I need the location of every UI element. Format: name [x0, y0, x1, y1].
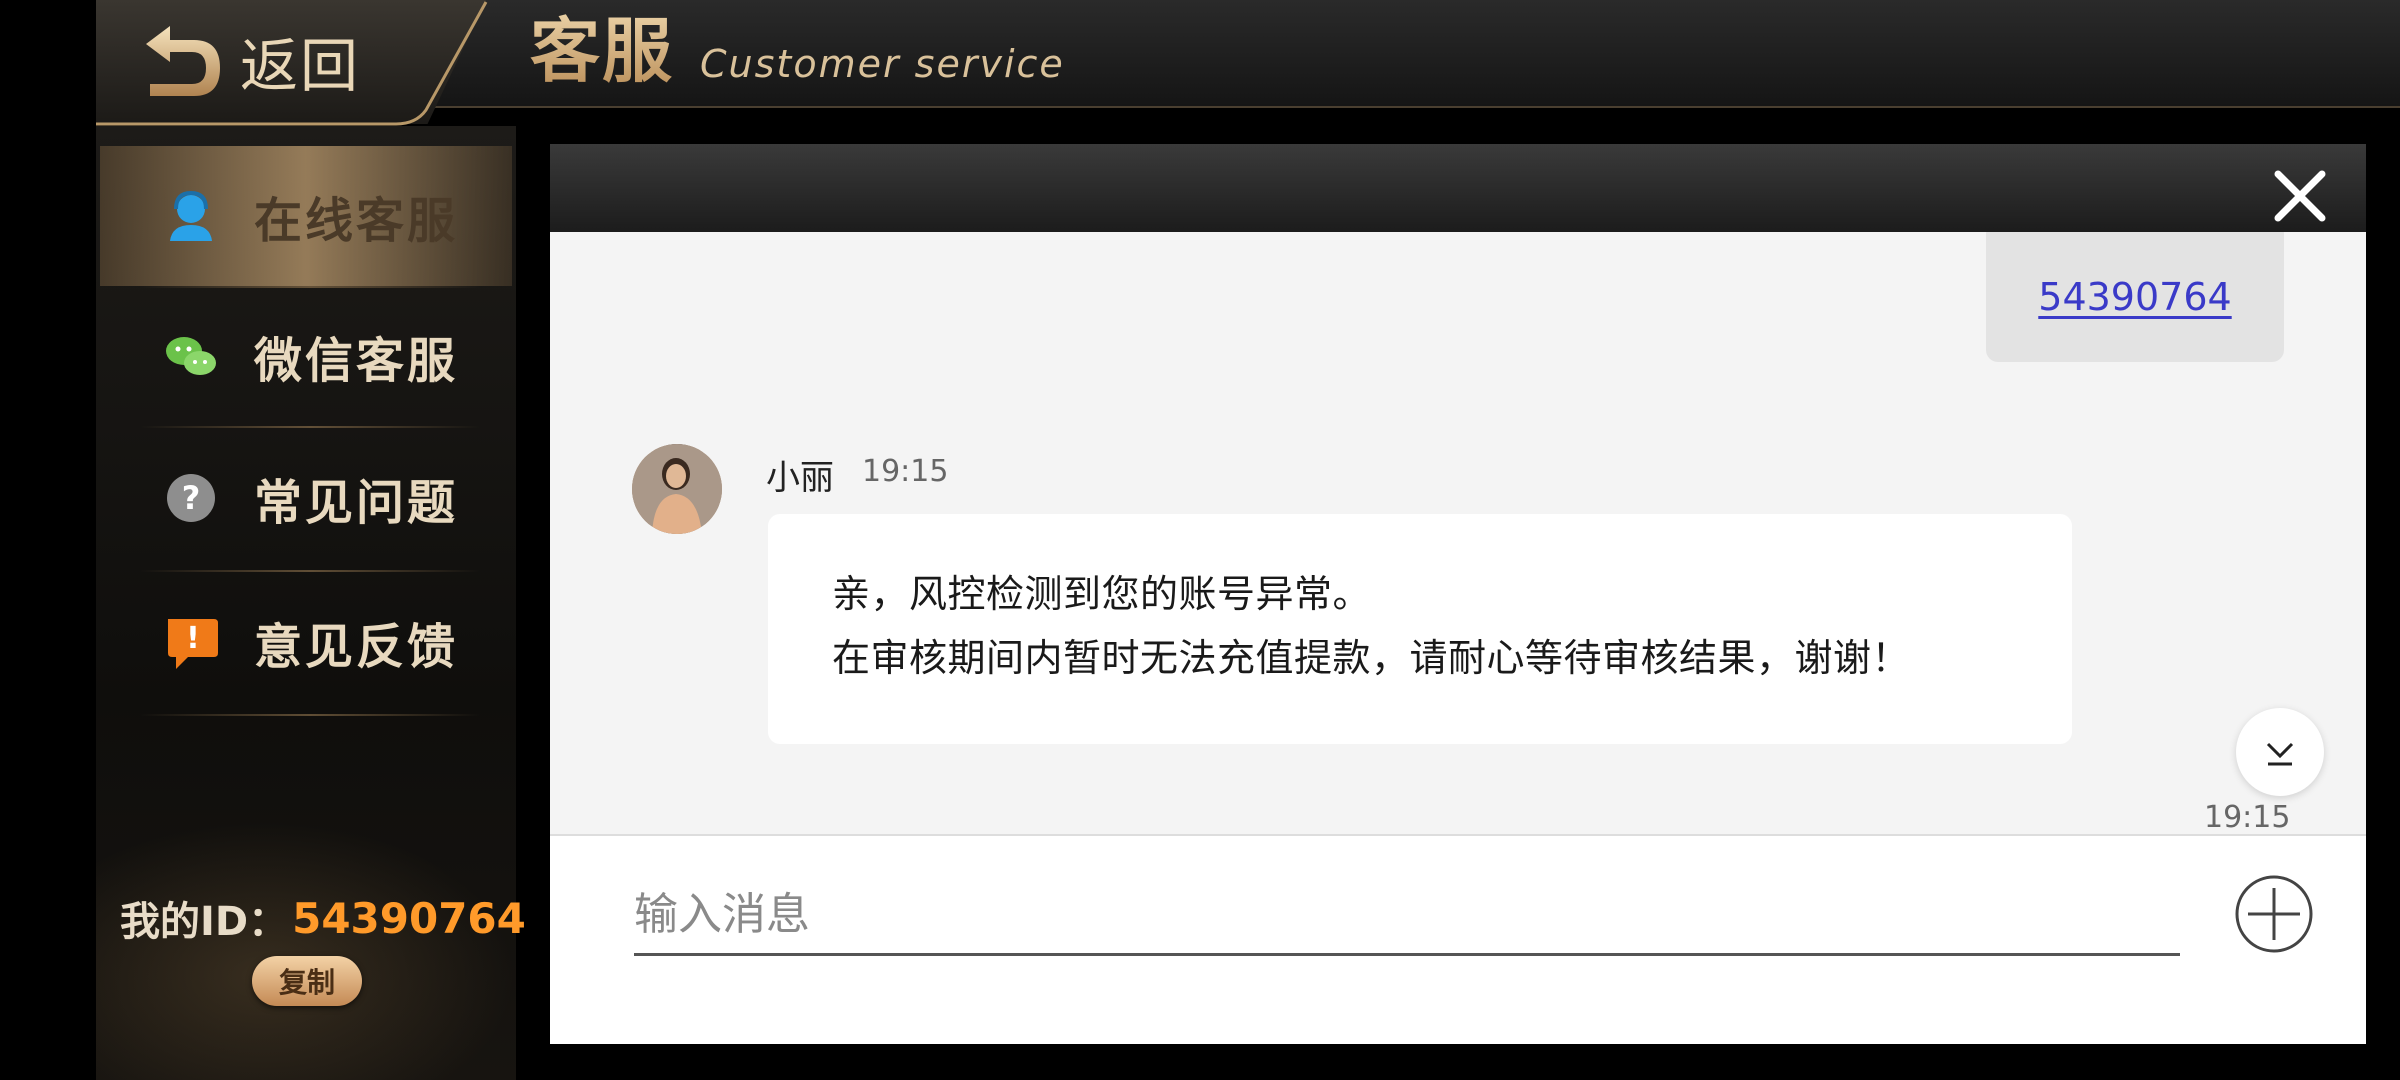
chevron-down-icon [2266, 742, 2294, 766]
plus-icon[interactable] [2234, 874, 2314, 954]
my-id-label: 我的ID： [120, 899, 289, 945]
back-arrow-icon [146, 26, 220, 96]
message-input-area [550, 834, 2366, 1044]
sender-name: 小丽 [766, 458, 834, 498]
message-timestamp: 19:15 [862, 454, 949, 489]
my-id: 我的ID： 54390764 [120, 886, 526, 950]
message-timestamp: 19:15 [2204, 800, 2291, 834]
svg-text:?: ? [182, 479, 201, 517]
close-icon[interactable] [2272, 168, 2328, 224]
sidebar-item-label: 常见问题 [254, 475, 459, 531]
agent-icon [162, 187, 220, 245]
chat-panel: 54390764 小丽 19:15 亲，风控检测到您的账号异常。 在审核期间内暂… [550, 144, 2366, 1044]
chat-header [550, 144, 2366, 232]
feedback-icon: ! [162, 613, 220, 671]
sidebar-item-faq[interactable]: ? 常见问题 [100, 428, 512, 568]
page-title: 客服 Customer service [530, 10, 1065, 96]
page-title-cn: 客服 [530, 0, 674, 96]
sidebar-item-label: 意见反馈 [254, 619, 459, 675]
wechat-icon [162, 327, 220, 385]
sidebar-item-label: 在线客服 [254, 193, 459, 249]
question-icon: ? [162, 469, 220, 527]
sidebar-divider [140, 714, 480, 716]
sidebar-item-label: 微信客服 [254, 333, 459, 389]
avatar [632, 444, 722, 534]
scroll-to-bottom-button[interactable] [2236, 708, 2324, 796]
my-message-link[interactable]: 54390764 [2038, 275, 2231, 319]
sidebar-decoration [96, 820, 516, 1080]
agent-message-bubble: 亲，风控检测到您的账号异常。 在审核期间内暂时无法充值提款，请耐心等待审核结果，… [768, 514, 2072, 744]
svg-text:!: ! [186, 621, 200, 656]
back-button[interactable]: 返回 [140, 14, 390, 108]
sidebar-item-feedback[interactable]: ! 意见反馈 [100, 572, 512, 712]
message-input[interactable] [634, 876, 2180, 956]
sidebar-item-online-service[interactable]: 在线客服 [100, 146, 512, 286]
my-id-value: 54390764 [292, 893, 526, 943]
back-label: 返回 [240, 32, 361, 100]
message-text-line: 亲，风控检测到您的账号异常。 [832, 572, 1372, 616]
page-title-en: Customer service [700, 42, 1065, 86]
message-text-line: 在审核期间内暂时无法充值提款，请耐心等待审核结果，谢谢！ [832, 636, 1911, 680]
my-message-bubble: 54390764 [1986, 232, 2284, 362]
chat-message-list[interactable]: 54390764 小丽 19:15 亲，风控检测到您的账号异常。 在审核期间内暂… [550, 232, 2366, 834]
copy-button[interactable]: 复制 [252, 956, 362, 1006]
sidebar-item-wechat-service[interactable]: 微信客服 [100, 286, 512, 426]
